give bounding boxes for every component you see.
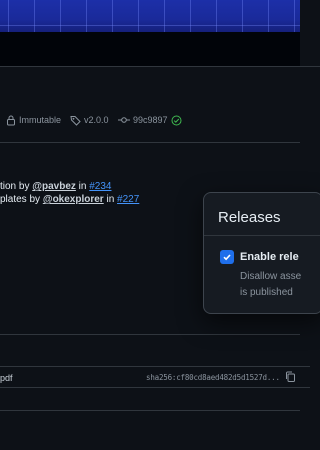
enable-release-checkbox[interactable] — [220, 250, 234, 264]
asset-row[interactable]: pdf sha256:cf80cd8aed482d5d1527d... — [0, 366, 310, 388]
popover-divider — [204, 235, 320, 236]
header-bar — [0, 32, 300, 68]
commit-icon — [118, 117, 130, 123]
asset-name[interactable]: pdf — [0, 373, 13, 383]
pull-request-link[interactable]: #234 — [89, 181, 111, 192]
user-link[interactable]: @pavbez — [32, 181, 76, 192]
release-note-line: tion by @pavbez in #234 — [0, 181, 112, 192]
commit-sha: 99c9897 — [133, 115, 168, 125]
assets-divider — [0, 334, 300, 335]
popover-title: Releases — [218, 209, 281, 226]
verified-check-icon — [171, 115, 182, 125]
banner-grid-pattern — [0, 0, 300, 32]
release-notes: tion by @pavbez in #234 plates by @okexp… — [0, 180, 139, 206]
enable-release-description: Disallow asse is published — [240, 271, 302, 298]
immutable-badge: Immutable — [6, 110, 61, 130]
release-commit[interactable]: 99c9897 — [118, 110, 185, 130]
tag-icon — [70, 115, 81, 126]
top-banner — [0, 0, 300, 32]
releases-settings-popover: Releases Enable rele Disallow asse is pu… — [203, 192, 320, 314]
bottom-divider — [0, 410, 300, 411]
copy-icon[interactable] — [285, 371, 296, 383]
card-divider — [0, 142, 300, 143]
lock-icon — [7, 115, 15, 125]
immutable-label: Immutable — [19, 115, 62, 125]
release-meta-row: Immutable v2.0.0 99c9897 — [0, 110, 300, 130]
pull-request-link[interactable]: #227 — [117, 194, 139, 205]
asset-sha: sha256:cf80cd8aed482d5d1527d... — [146, 373, 280, 382]
tag-label: v2.0.0 — [84, 115, 109, 125]
release-tag[interactable]: v2.0.0 — [70, 110, 109, 130]
user-link[interactable]: @okexplorer — [43, 194, 104, 205]
checkmark-icon — [223, 254, 231, 261]
enable-release-label[interactable]: Enable rele — [240, 251, 299, 263]
release-note-line: plates by @okexplorer in #227 — [0, 194, 140, 205]
